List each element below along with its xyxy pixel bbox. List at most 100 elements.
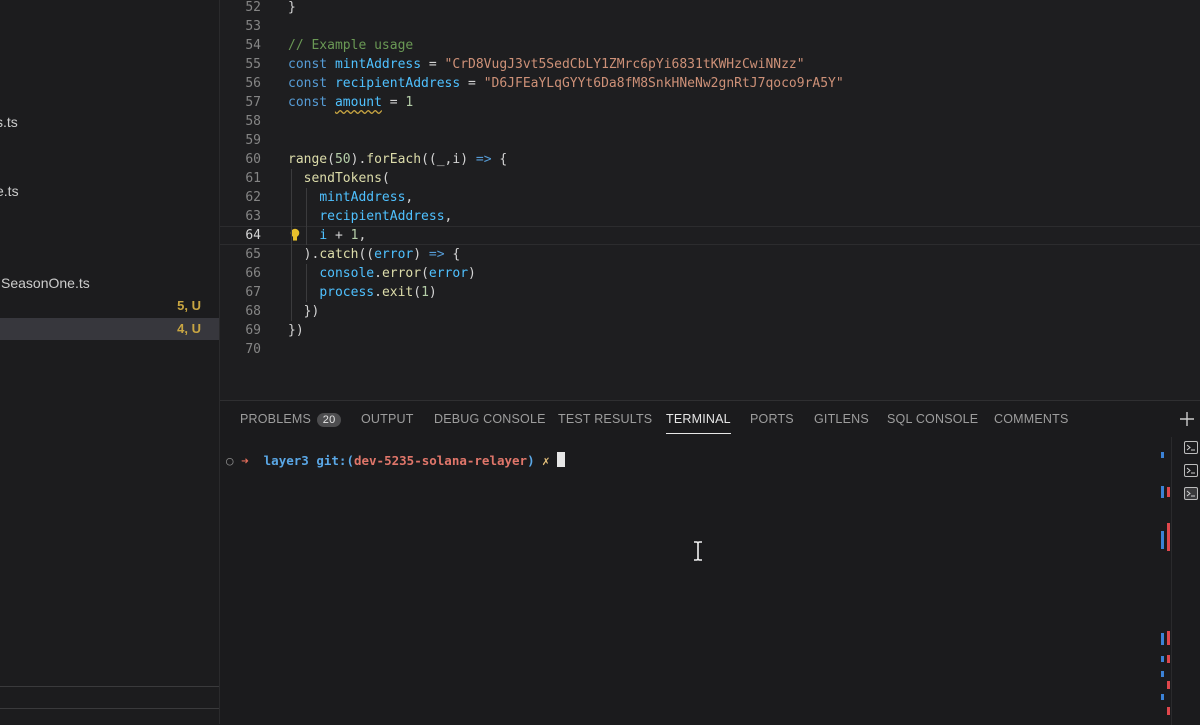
code-text: ).catch((error) => {	[288, 245, 461, 264]
code-token: sendTokens	[303, 171, 382, 186]
code-token: =>	[475, 152, 492, 167]
terminal-scrollbar[interactable]	[1171, 437, 1172, 725]
tab-debug-console[interactable]: DEBUG CONSOLE	[434, 412, 546, 426]
scroll-marker	[1167, 655, 1170, 663]
line-number: 69	[245, 323, 261, 338]
code-token: ,	[358, 228, 367, 243]
indent-guide	[306, 264, 307, 302]
code-line[interactable]: 62 mintAddress,	[220, 188, 1200, 207]
terminal-cwd: layer3	[263, 453, 309, 468]
code-token: recipientAddress	[334, 76, 461, 91]
file-item[interactable]: SeasonOne.ts	[1, 275, 90, 291]
line-number: 65	[245, 247, 261, 262]
code-token: {	[444, 247, 461, 262]
code-token: {	[491, 152, 508, 167]
code-line[interactable]: 58	[220, 112, 1200, 131]
code-token: =>	[428, 247, 445, 262]
code-token: console	[319, 266, 375, 281]
line-number: 64	[245, 228, 261, 243]
code-line[interactable]: 60 range(50).forEach((_,i) => {	[220, 150, 1200, 169]
file-item[interactable]: s.ts	[0, 114, 18, 130]
file-item-modified[interactable]: 5, U	[0, 295, 219, 317]
code-line[interactable]: 55 const mintAddress = "CrD8VugJ3vt5SedCb…	[220, 55, 1200, 74]
scroll-marker	[1167, 707, 1170, 715]
code-token: (	[421, 266, 429, 281]
line-number: 55	[245, 57, 261, 72]
tab-gitlens[interactable]: GITLENS	[814, 412, 869, 426]
code-token: (	[413, 285, 422, 300]
code-text: })	[288, 321, 304, 340]
code-text: const amount = 1	[288, 93, 413, 112]
terminal-instance-icon[interactable]	[1184, 487, 1198, 500]
code-line[interactable]: 63 recipientAddress,	[220, 207, 1200, 226]
code-text: })	[288, 302, 320, 321]
tab-output[interactable]: OUTPUT	[361, 412, 414, 426]
line-number: 57	[245, 95, 261, 110]
code-line[interactable]: 54 // Example usage	[220, 36, 1200, 55]
code-token: ((_,i)	[421, 152, 476, 167]
code-token: ).	[288, 247, 320, 262]
line-number: 67	[245, 285, 261, 300]
sidebar-divider	[0, 686, 219, 687]
terminal-instance-icon[interactable]	[1184, 441, 1198, 454]
file-item[interactable]: e.ts	[0, 183, 19, 199]
code-line[interactable]: 56 const recipientAddress = "D6JFEaYLqGYY…	[220, 74, 1200, 93]
code-token: ((	[358, 247, 375, 262]
git-branch: dev-5235-solana-relayer	[353, 453, 528, 468]
code-text: process.exit(1)	[288, 283, 437, 302]
code-token: range	[288, 152, 328, 167]
file-item-selected[interactable]: 4, U	[0, 318, 219, 340]
code-line[interactable]: 68 })	[220, 302, 1200, 321]
code-token: forEach	[366, 152, 422, 167]
code-line[interactable]: 70	[220, 340, 1200, 359]
tab-test-results[interactable]: TEST RESULTS	[558, 412, 652, 426]
tab-sql-console[interactable]: SQL CONSOLE	[887, 412, 978, 426]
tab-terminal[interactable]: TERMINAL	[666, 412, 731, 434]
code-line[interactable]: 53	[220, 17, 1200, 36]
code-line[interactable]: 67 process.exit(1)	[220, 283, 1200, 302]
plus-icon[interactable]	[1179, 411, 1195, 427]
code-line[interactable]: 61 sendTokens(	[220, 169, 1200, 188]
code-line[interactable]: 59	[220, 131, 1200, 150]
code-text: const mintAddress = "CrD8VugJ3vt5SedCbLY…	[288, 55, 805, 74]
code-line[interactable]: 52}	[220, 0, 1200, 17]
code-token: =	[381, 95, 406, 110]
code-token: .	[374, 266, 382, 281]
code-token: process	[319, 285, 375, 300]
code-editor[interactable]: 52} 53 54 // Example usage 55 const mintAddre…	[220, 0, 1200, 400]
dirty-marker-icon: ✗	[542, 453, 550, 468]
code-token: 1	[405, 95, 414, 110]
line-number: 70	[245, 342, 261, 357]
code-text: sendTokens(	[288, 169, 390, 188]
tab-problems[interactable]: PROBLEMS 20	[240, 412, 342, 427]
scroll-marker	[1161, 531, 1164, 549]
code-text: const recipientAddress = "D6JFEaYLqGYYt6…	[288, 74, 844, 93]
code-token: "CrD8VugJ3vt5SedCbLY1ZMrc6pYi6831tKWHzCw…	[444, 57, 805, 72]
code-token: )	[413, 247, 429, 262]
terminal-instance-icon[interactable]	[1184, 464, 1198, 477]
code-token: const	[288, 57, 335, 72]
code-token: 1	[421, 285, 429, 300]
tab-ports[interactable]: PORTS	[750, 412, 794, 426]
tab-comments[interactable]: COMMENTS	[994, 412, 1069, 426]
explorer-sidebar: s.ts e.ts SeasonOne.ts 5, U 4, U	[0, 0, 220, 724]
line-number: 52	[245, 0, 261, 15]
code-token: )	[428, 285, 437, 300]
code-line[interactable]: 66 console.error(error)	[220, 264, 1200, 283]
code-token: )	[468, 266, 476, 281]
code-text: recipientAddress,	[288, 207, 452, 226]
line-number: 58	[245, 114, 261, 129]
git-status-badge: 5, U	[177, 298, 201, 313]
line-number: 54	[245, 38, 261, 53]
line-number: 59	[245, 133, 261, 148]
line-number: 60	[245, 152, 261, 167]
code-line[interactable]: 57 const amount = 1	[220, 93, 1200, 112]
code-line[interactable]: 65 ).catch((error) => {	[220, 245, 1200, 264]
code-line[interactable]: 64 i + 1,	[220, 226, 1200, 245]
code-line[interactable]: 69})	[220, 321, 1200, 340]
terminal-prompt[interactable]: ○ ➜ layer3 git:(dev-5235-solana-relayer)…	[226, 452, 566, 470]
code-text: // Example usage	[288, 36, 413, 55]
